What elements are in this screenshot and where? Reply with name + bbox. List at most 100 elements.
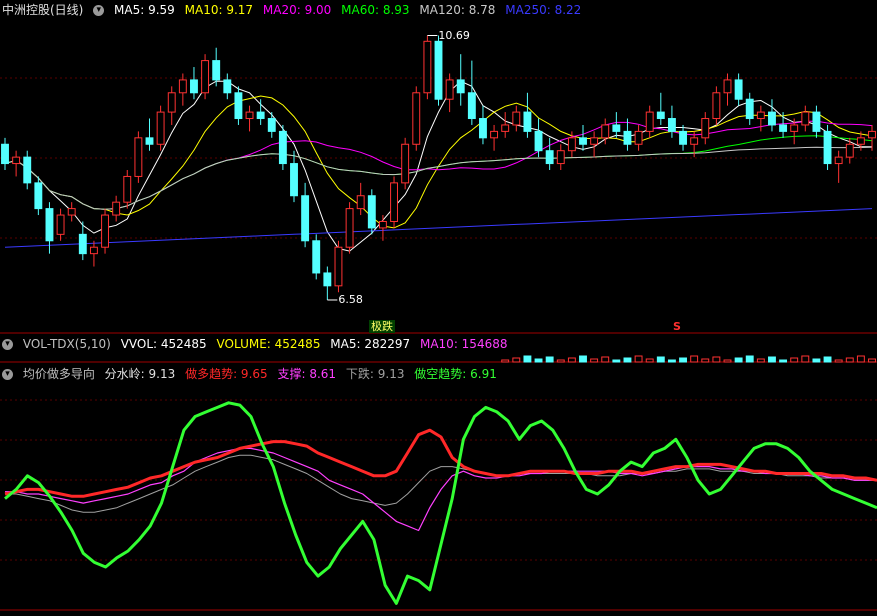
candle-body (545, 150, 554, 165)
candle-body (112, 201, 121, 216)
candle-body (812, 111, 821, 132)
sell-marker: S (673, 320, 681, 333)
candle-body (612, 124, 621, 132)
candle-body (278, 130, 287, 165)
candle-body (701, 118, 710, 139)
volume-bar (534, 358, 543, 363)
volume-bar (501, 359, 510, 363)
candle-body (823, 130, 832, 165)
volume-bar (656, 356, 665, 363)
candle-body (467, 92, 476, 120)
volume-bar (579, 355, 587, 363)
candle-body (223, 79, 232, 94)
stock-chart-canvas[interactable] (0, 0, 877, 616)
volume-bar (601, 356, 610, 363)
volume-bar (701, 358, 710, 363)
candle-body (145, 137, 154, 145)
short-trend-line (4, 401, 877, 605)
candle-body (590, 137, 599, 145)
candle-body (634, 130, 643, 145)
volume-bar (801, 355, 810, 363)
candle-body (34, 182, 43, 210)
candle-body (667, 118, 676, 132)
candle-body (779, 124, 788, 132)
candle-body (512, 111, 521, 126)
candle-body (501, 124, 510, 132)
candle-body (445, 79, 454, 100)
volume-bar (523, 355, 532, 363)
candle-body (423, 40, 432, 94)
volume-bar (556, 359, 565, 363)
high-price-label: 10.69 (438, 28, 470, 42)
candle-body (490, 130, 499, 139)
candle-body (790, 124, 799, 132)
candle-body (290, 163, 298, 197)
volume-bar (845, 357, 854, 363)
candle-body (456, 79, 465, 94)
volume-bar (712, 356, 721, 363)
candle-body (245, 111, 254, 120)
candle-body (479, 118, 487, 139)
candle-body (256, 111, 265, 120)
candle-body (12, 156, 21, 165)
candle-body (45, 208, 54, 242)
candle-body (123, 175, 132, 203)
volume-bar (868, 358, 876, 363)
candle-body (356, 195, 365, 210)
candle-body (212, 60, 221, 81)
candle-body (56, 214, 65, 235)
candle-body (745, 98, 754, 120)
candle-body (378, 220, 387, 229)
candle-body (434, 40, 443, 100)
candle-body (78, 233, 87, 255)
candle-body (301, 195, 310, 242)
candle-body (834, 156, 843, 165)
volume-bar (567, 357, 576, 363)
candle-body (156, 111, 165, 145)
candle-body (579, 137, 587, 145)
volume-bar (834, 359, 843, 363)
candle-body (623, 130, 632, 145)
candle-body (601, 124, 610, 139)
candle-body (323, 272, 332, 287)
volume-bar (612, 359, 621, 363)
candle-body (412, 92, 421, 145)
candle-body (234, 92, 243, 120)
candle-body (190, 79, 198, 94)
volume-bar (667, 359, 676, 363)
candle-body (178, 79, 187, 94)
candle-body (334, 246, 343, 287)
candle-body (134, 137, 143, 177)
candle-body (534, 130, 543, 152)
candle-body (390, 182, 398, 222)
candle-body (1, 143, 9, 165)
candle-body (401, 143, 410, 184)
candle-body (312, 240, 321, 274)
candle-body (345, 208, 354, 248)
volume-bar (823, 356, 832, 363)
candle-body (167, 92, 176, 113)
grid (0, 77, 877, 561)
candle-body (201, 60, 210, 94)
candle-body (523, 111, 532, 132)
volume-bar (756, 358, 765, 363)
indicator-lines (4, 401, 877, 605)
candlesticks (1, 35, 876, 300)
candle-body (768, 111, 776, 126)
candle-body (734, 79, 743, 100)
candle-body (645, 111, 654, 132)
volume-bar (856, 355, 865, 363)
volume-bar (545, 356, 554, 363)
volume-bar (679, 357, 687, 363)
candle-body (67, 208, 76, 216)
candle-body (101, 214, 109, 248)
candle-body (845, 143, 854, 158)
volume-bar (512, 357, 521, 363)
candle-body (556, 150, 565, 165)
candle-body (23, 156, 32, 184)
volume-bar (634, 355, 643, 363)
volume-bar (723, 359, 732, 363)
volume-bar (645, 358, 654, 363)
candle-body (567, 137, 576, 152)
candle-body (89, 246, 98, 255)
